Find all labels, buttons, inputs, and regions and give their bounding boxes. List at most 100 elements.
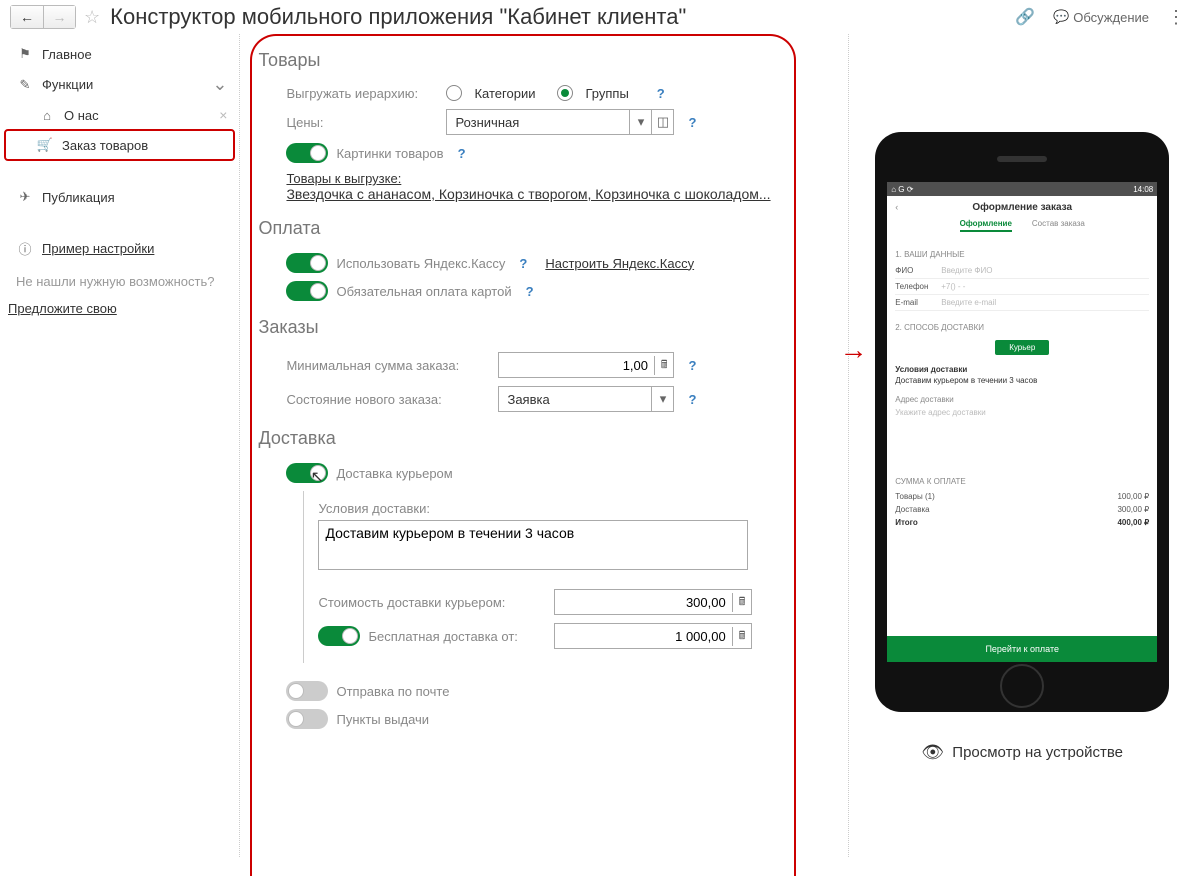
discuss-button[interactable]: 💬 Обсуждение bbox=[1053, 9, 1149, 25]
sidebar-item-functions[interactable]: ✎ Функции ⌄ bbox=[8, 68, 235, 101]
section-goods-title: Товары bbox=[258, 50, 848, 71]
nav-back-button[interactable]: ← bbox=[11, 6, 43, 28]
yandex-label: Использовать Яндекс.Кассу bbox=[336, 256, 505, 271]
free-field[interactable] bbox=[555, 629, 731, 644]
help-icon[interactable]: ? bbox=[657, 86, 665, 101]
status-left: ⌂ G ⟳ bbox=[891, 185, 913, 194]
sidebar-item-about[interactable]: ⌂ О нас bbox=[8, 101, 235, 129]
help-icon[interactable]: ? bbox=[688, 358, 696, 373]
cost-input[interactable]: 🖩 bbox=[554, 589, 752, 615]
card-label: Обязательная оплата картой bbox=[336, 284, 511, 299]
radio-groups[interactable] bbox=[557, 85, 573, 101]
nav-forward-button[interactable]: → bbox=[43, 6, 75, 28]
cost-field[interactable] bbox=[555, 595, 731, 610]
sidebar-label: Заказ товаров bbox=[62, 138, 148, 153]
free-input[interactable]: 🖩 bbox=[554, 623, 752, 649]
tab-order-content[interactable]: Состав заказа bbox=[1032, 219, 1085, 232]
page-title: Конструктор мобильного приложения "Кабин… bbox=[110, 4, 1015, 30]
chat-icon: 💬 bbox=[1053, 9, 1069, 25]
help-icon[interactable]: ? bbox=[688, 115, 696, 130]
sidebar-item-order-goods[interactable]: 🛒 Заказ товаров bbox=[4, 129, 235, 161]
preview-panel: → ⌂ G ⟳ 14:08 ‹ Оформление заказа Оформл… bbox=[849, 34, 1195, 857]
field-email[interactable]: E-mailВведите e-mail bbox=[895, 295, 1149, 311]
main-content: Товары Выгружать иерархию: Категории Гру… bbox=[240, 34, 849, 857]
toggle-post[interactable] bbox=[286, 681, 328, 701]
courier-button[interactable]: Курьер bbox=[995, 340, 1049, 355]
help-icon[interactable]: ? bbox=[519, 256, 527, 271]
toggle-pictures[interactable] bbox=[286, 143, 328, 163]
kebab-menu-icon[interactable]: ⋮ bbox=[1167, 7, 1185, 28]
eye-icon: 👁 bbox=[921, 742, 944, 763]
min-sum-field[interactable] bbox=[499, 358, 654, 373]
cost-label: Стоимость доставки курьером: bbox=[318, 595, 546, 610]
status-time: 14:08 bbox=[1133, 185, 1153, 194]
delivery-details: Условия доставки: Стоимость доставки кур… bbox=[303, 491, 848, 663]
paper-plane-icon: ✈ bbox=[16, 189, 34, 205]
dropdown-icon[interactable]: ▾ bbox=[651, 387, 673, 411]
toggle-free-delivery[interactable] bbox=[318, 626, 360, 646]
free-label: Бесплатная доставка от: bbox=[368, 629, 546, 644]
back-icon[interactable]: ‹ bbox=[895, 202, 898, 212]
goods-export-link[interactable]: Товары к выгрузке: bbox=[286, 171, 848, 186]
sidebar-item-publication[interactable]: ✈ Публикация bbox=[8, 183, 235, 211]
summary-goods: Товары (1)100,00 ₽ bbox=[895, 490, 1149, 503]
sidebar-item-main[interactable]: ⚑ Главное bbox=[8, 40, 235, 68]
hierarchy-label: Выгружать иерархию: bbox=[286, 86, 438, 101]
calculator-icon[interactable]: 🖩 bbox=[732, 593, 752, 612]
section-delivery-title: Доставка bbox=[258, 428, 848, 449]
screen-title: Оформление заказа bbox=[887, 202, 1157, 213]
help-icon[interactable]: ? bbox=[688, 392, 696, 407]
section-your-data: 1. ВАШИ ДАННЫЕ bbox=[895, 250, 1149, 259]
help-icon[interactable]: ? bbox=[526, 284, 534, 299]
goods-export-list[interactable]: Звездочка с ананасом, Корзиночка с творо… bbox=[286, 186, 848, 202]
page-header: ← → ☆ Конструктор мобильного приложения … bbox=[0, 0, 1195, 34]
section-delivery-method: 2. СПОСОБ ДОСТАВКИ bbox=[895, 323, 1149, 332]
radio-groups-label: Группы bbox=[585, 86, 628, 101]
home-icon: ⌂ bbox=[38, 108, 56, 123]
pictures-label: Картинки товаров bbox=[336, 146, 443, 161]
preview-on-device-link[interactable]: 👁 Просмотр на устройстве bbox=[921, 742, 1123, 763]
toggle-card-required[interactable] bbox=[286, 281, 328, 301]
min-sum-label: Минимальная сумма заказа: bbox=[286, 358, 490, 373]
help-icon[interactable]: ? bbox=[458, 146, 466, 161]
sidebar-suggest-link[interactable]: Предложите свою bbox=[8, 295, 235, 322]
conditions-text: Доставим курьером в течении 3 часов bbox=[895, 376, 1149, 385]
toggle-courier[interactable] bbox=[286, 463, 328, 483]
field-fio[interactable]: ФИОВведите ФИО bbox=[895, 263, 1149, 279]
yandex-setup-link[interactable]: Настроить Яндекс.Кассу bbox=[545, 256, 694, 271]
sidebar: ⚑ Главное ✎ Функции ⌄ ⌂ О нас 🛒 Заказ то… bbox=[0, 34, 240, 857]
dropdown-icon[interactable]: ▾ bbox=[629, 110, 651, 134]
price-select[interactable]: Розничная ▾ ◫ bbox=[446, 109, 674, 135]
toggle-yandex[interactable] bbox=[286, 253, 328, 273]
pay-button[interactable]: Перейти к оплате bbox=[887, 636, 1157, 662]
open-dialog-icon[interactable]: ◫ bbox=[651, 110, 673, 134]
state-select[interactable]: Заявка ▾ bbox=[498, 386, 674, 412]
calculator-icon[interactable]: 🖩 bbox=[654, 356, 673, 375]
field-phone[interactable]: Телефон+7() - - bbox=[895, 279, 1149, 295]
radio-categories[interactable] bbox=[446, 85, 462, 101]
tab-checkout[interactable]: Оформление bbox=[960, 219, 1012, 232]
chevron-down-icon: ⌄ bbox=[212, 74, 227, 95]
sidebar-note: Не нашли нужную возможность? bbox=[8, 264, 235, 295]
link-icon[interactable]: 🔗 bbox=[1015, 7, 1035, 27]
conditions-label: Условия доставки: bbox=[318, 501, 848, 516]
phone-mockup: ⌂ G ⟳ 14:08 ‹ Оформление заказа Оформлен… bbox=[875, 132, 1169, 712]
info-icon: ⓘ bbox=[16, 239, 34, 258]
favorite-star-icon[interactable]: ☆ bbox=[84, 7, 100, 28]
price-value: Розничная bbox=[447, 115, 629, 130]
state-label: Состояние нового заказа: bbox=[286, 392, 490, 407]
sidebar-label: О нас bbox=[64, 108, 99, 123]
sidebar-label: Пример настройки bbox=[42, 241, 154, 256]
summary-delivery: Доставка300,00 ₽ bbox=[895, 503, 1149, 516]
calculator-icon[interactable]: 🖩 bbox=[732, 627, 752, 646]
toggle-pickup[interactable] bbox=[286, 709, 328, 729]
basket-icon: 🛒 bbox=[36, 137, 54, 153]
sum-head: СУММА К ОПЛАТЕ bbox=[895, 477, 1149, 486]
screen-header: ‹ Оформление заказа Оформление Состав за… bbox=[887, 196, 1157, 236]
conditions-textarea[interactable] bbox=[318, 520, 748, 570]
prices-label: Цены: bbox=[286, 115, 438, 130]
flag-icon: ⚑ bbox=[16, 46, 34, 62]
min-sum-input[interactable]: 🖩 bbox=[498, 352, 674, 378]
sidebar-item-example[interactable]: ⓘ Пример настройки bbox=[8, 233, 235, 264]
courier-label: Доставка курьером bbox=[336, 466, 452, 481]
